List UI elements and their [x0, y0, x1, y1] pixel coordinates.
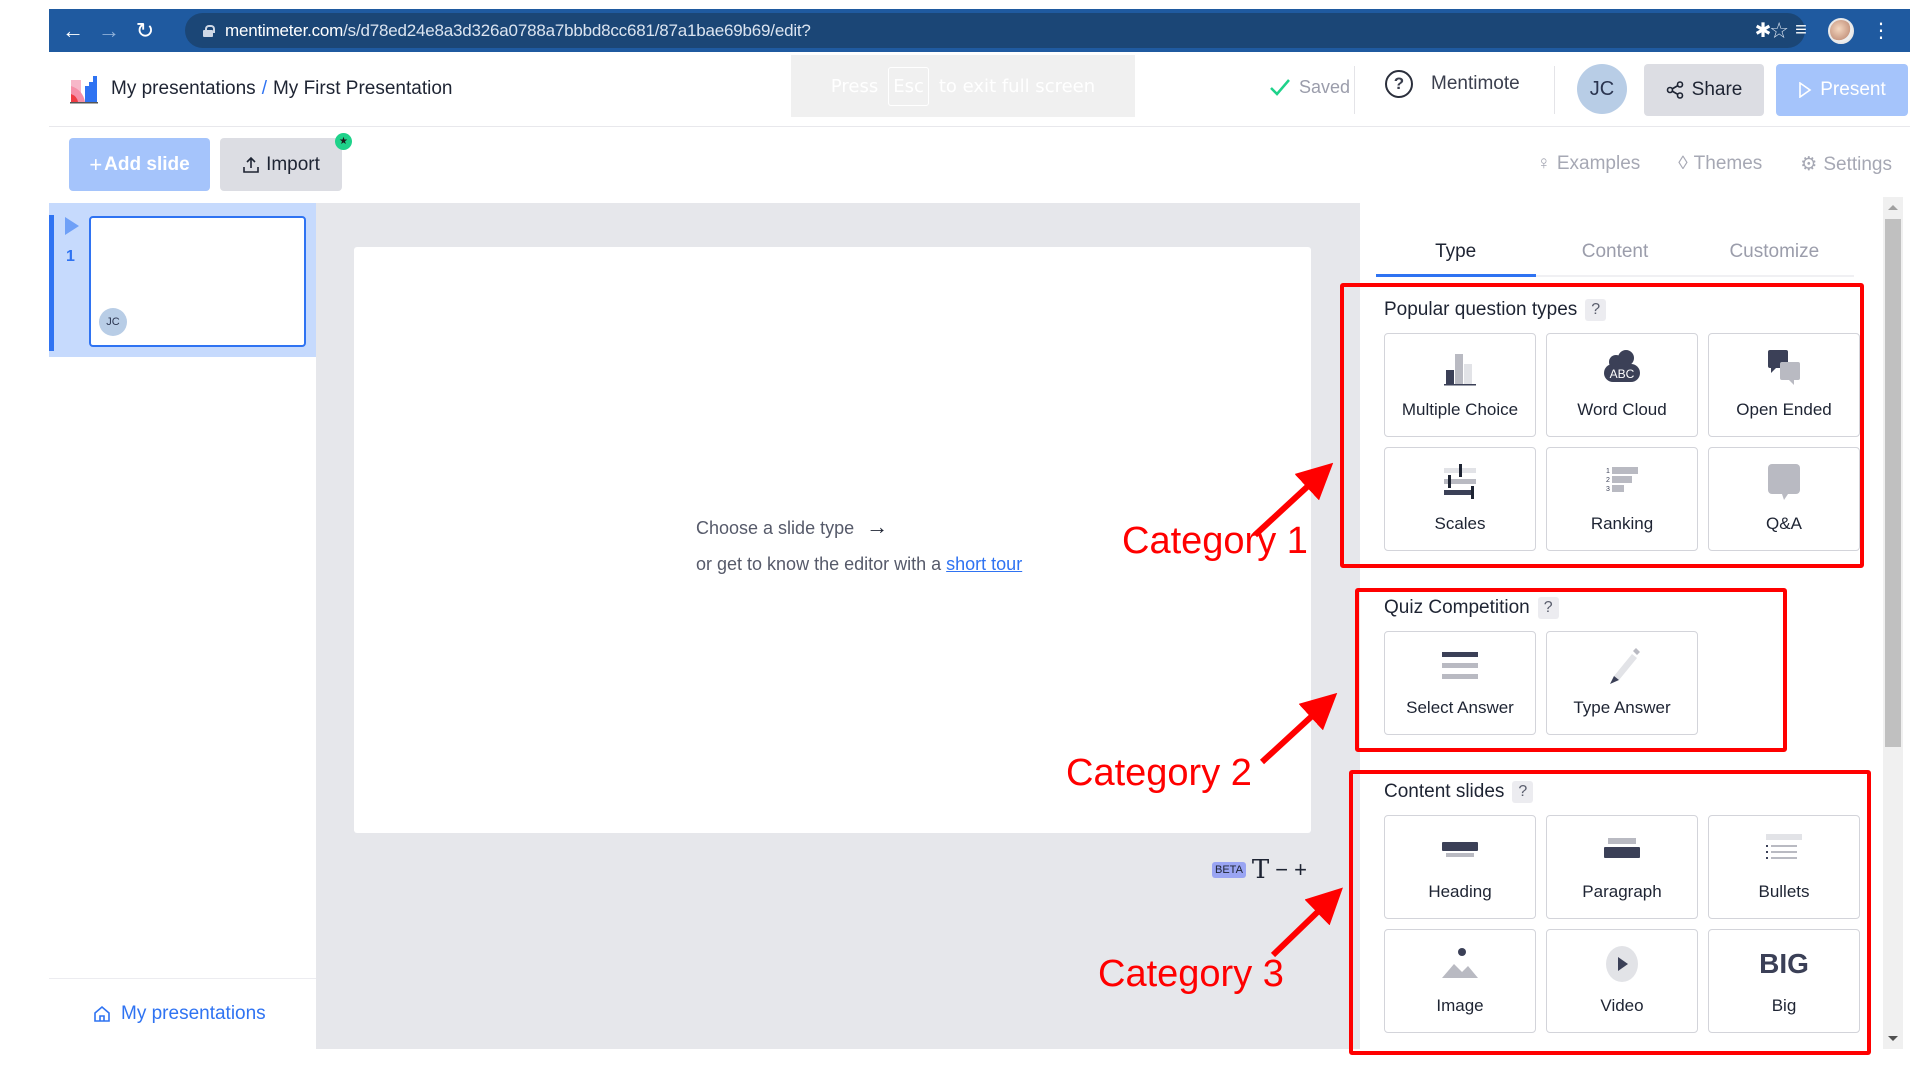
- sidebar-footer: My presentations: [49, 978, 316, 1049]
- slide-type-prompt: Choose a slide type → or get to know the …: [696, 509, 1022, 582]
- browser-toolbar: ← → ↻ mentimeter.com/s/d78ed24e8a3d326a0…: [49, 9, 1910, 52]
- breadcrumb: My presentations / My First Presentation: [111, 78, 452, 100]
- breadcrumb-separator: /: [261, 78, 267, 99]
- share-label: Share: [1691, 79, 1743, 100]
- examples-label: Examples: [1556, 153, 1641, 174]
- prompt-subtitle: or get to know the editor with a: [696, 554, 942, 574]
- url-text[interactable]: mentimeter.com/s/d78ed24e8a3d326a0788a7b…: [225, 21, 811, 41]
- add-slide-label: Add slide: [104, 153, 190, 175]
- annotation-label-category-1: Category 1: [1122, 520, 1308, 562]
- add-slide-button[interactable]: + Add slide: [69, 138, 210, 191]
- new-feature-star-icon: ★: [335, 133, 352, 150]
- home-icon: [94, 1005, 110, 1022]
- themes-link[interactable]: ◊ Themes: [1678, 153, 1762, 176]
- lightbulb-icon: ♀: [1536, 153, 1551, 174]
- breadcrumb-my-presentations[interactable]: My presentations: [111, 78, 256, 100]
- text-size-controls: BETA T − +: [1212, 855, 1307, 885]
- text-size-icon: T: [1251, 855, 1270, 885]
- annotation-label-category-3: Category 3: [1098, 953, 1284, 995]
- user-avatar[interactable]: JC: [1577, 64, 1627, 114]
- browser-actions: ✱ ≡ ⋮: [1752, 9, 1910, 52]
- url-host: mentimeter.com: [225, 20, 344, 40]
- toast-esc-key: Esc: [888, 66, 929, 106]
- settings-label: Settings: [1823, 154, 1892, 175]
- kebab-menu-icon[interactable]: ⋮: [1870, 18, 1892, 43]
- slide-thumbnail[interactable]: JC: [89, 216, 306, 347]
- slides-sidebar: 1 JC My presentations: [49, 203, 316, 1049]
- examples-link[interactable]: ♀ Examples: [1537, 153, 1641, 176]
- active-slide-indicator: [49, 215, 54, 351]
- toast-suffix: to exit full screen: [938, 75, 1096, 97]
- editor-toolbar: + Add slide Import ★ ♀ Examples ◊ Themes ⚙…: [49, 128, 1910, 203]
- thumbnail-avatar: JC: [99, 308, 127, 336]
- droplet-icon: ◊: [1678, 153, 1688, 174]
- import-label: Import: [266, 153, 320, 175]
- reload-icon[interactable]: ↻: [127, 13, 163, 49]
- upload-icon: [243, 156, 259, 173]
- beta-badge: BETA: [1212, 862, 1246, 878]
- decrease-text-size-button[interactable]: −: [1275, 857, 1288, 883]
- plus-icon: +: [89, 151, 103, 177]
- address-bar[interactable]: mentimeter.com/s/d78ed24e8a3d326a0788a7b…: [185, 13, 1805, 48]
- presentation-title[interactable]: My First Presentation: [273, 78, 453, 100]
- annotation-label-category-2: Category 2: [1066, 752, 1252, 794]
- themes-label: Themes: [1693, 153, 1763, 174]
- app-header: My presentations / My First Presentation…: [49, 52, 1910, 127]
- tab-type[interactable]: Type: [1376, 227, 1537, 277]
- fullscreen-toast: Press Esc to exit full screen: [791, 55, 1135, 117]
- present-button[interactable]: Present: [1776, 64, 1908, 116]
- slide-list-item[interactable]: 1 JC: [49, 203, 316, 357]
- back-icon[interactable]: ←: [55, 13, 91, 49]
- share-button[interactable]: Share: [1644, 64, 1764, 116]
- extensions-icon[interactable]: ✱: [1752, 18, 1774, 43]
- saved-label: Saved: [1299, 76, 1351, 97]
- annotation-box-category-3: [1349, 770, 1871, 1055]
- mentimote-label: Mentimote: [1431, 73, 1520, 94]
- annotation-box-category-2: [1355, 588, 1787, 752]
- import-button[interactable]: Import: [220, 138, 342, 191]
- present-label: Present: [1820, 79, 1886, 100]
- header-divider: [1354, 66, 1355, 114]
- header-divider: [1554, 66, 1555, 114]
- checkmark-icon: [1270, 79, 1290, 96]
- short-tour-link[interactable]: short tour: [946, 554, 1022, 574]
- my-presentations-link[interactable]: My presentations: [93, 1003, 266, 1025]
- annotation-box-category-1: [1340, 283, 1864, 568]
- increase-text-size-button[interactable]: +: [1294, 857, 1307, 883]
- my-presentations-label: My presentations: [121, 1003, 266, 1024]
- panel-tabs: Type Content Customize: [1376, 227, 1854, 277]
- scroll-thumb[interactable]: [1885, 219, 1901, 747]
- help-icon: ?: [1385, 70, 1413, 98]
- toolbar-links: ♀ Examples ◊ Themes ⚙ Settings: [1537, 153, 1892, 176]
- prompt-title: Choose a slide type: [696, 518, 855, 538]
- mentimeter-logo[interactable]: [69, 74, 99, 104]
- profile-avatar[interactable]: [1828, 17, 1854, 44]
- tab-customize[interactable]: Customize: [1695, 227, 1854, 275]
- saved-status: Saved: [1269, 76, 1350, 98]
- tab-content[interactable]: Content: [1535, 227, 1694, 275]
- forward-icon[interactable]: →: [91, 13, 127, 49]
- scroll-down-arrow-icon[interactable]: [1888, 1036, 1898, 1041]
- editor-canvas-area: Choose a slide type → or get to know the …: [316, 203, 1360, 1049]
- settings-link[interactable]: ⚙ Settings: [1800, 153, 1892, 176]
- url-path: /s/d78ed24e8a3d326a0788a7bbbd8cc681/87a1…: [343, 20, 811, 40]
- play-slide-icon[interactable]: [65, 217, 79, 235]
- lock-icon[interactable]: [203, 24, 215, 37]
- share-icon: [1666, 81, 1683, 99]
- toast-prefix: Press: [830, 75, 879, 97]
- mentimote-button[interactable]: ? Mentimote: [1385, 70, 1520, 98]
- play-outline-icon: [1799, 82, 1812, 98]
- panel-scrollbar[interactable]: [1883, 197, 1903, 1049]
- gear-icon: ⚙: [1800, 154, 1818, 175]
- media-queue-icon[interactable]: ≡: [1790, 19, 1812, 42]
- scroll-up-arrow-icon[interactable]: [1888, 205, 1898, 210]
- slide-number: 1: [66, 248, 75, 265]
- arrow-right-icon: →: [866, 514, 889, 539]
